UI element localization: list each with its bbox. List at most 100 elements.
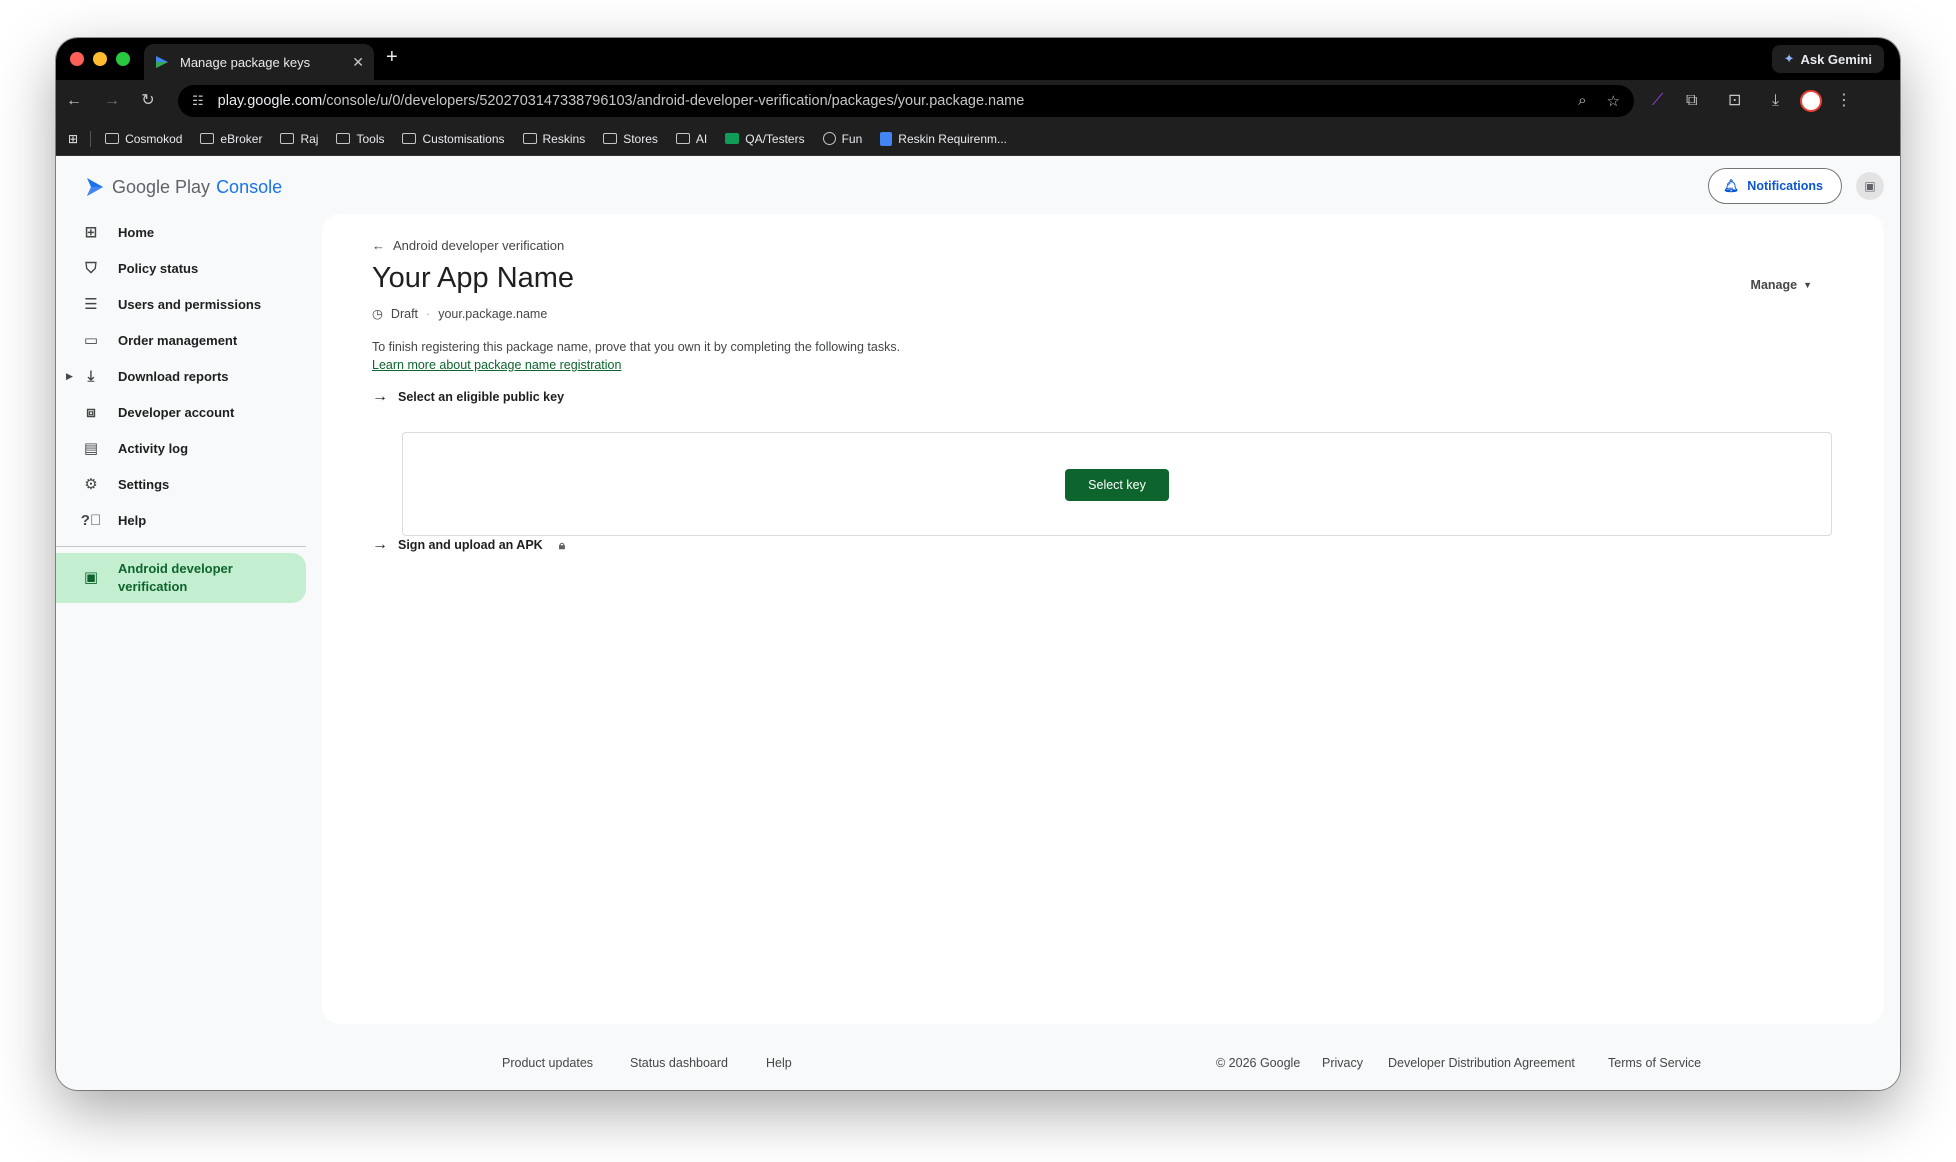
extension-feather-icon[interactable]: ⟋ — [1652, 91, 1663, 111]
bookmark-qa-testers[interactable]: QA/Testers — [725, 132, 805, 146]
forward-arrow-icon[interactable]: → — [102, 91, 122, 111]
folder-icon — [675, 133, 690, 144]
apps-grid-icon[interactable]: ⊞ — [68, 132, 78, 146]
bookmark-cosmokod[interactable]: Cosmokod — [105, 132, 182, 146]
ask-gemini-button[interactable]: ✦ Ask Gemini — [1771, 45, 1884, 73]
sidebar-item-developer-account[interactable]: ⧈ Developer account — [56, 394, 306, 430]
sidebar-item-label: Help — [118, 512, 147, 528]
logo-console: Console — [216, 176, 283, 197]
sidebar-divider — [56, 546, 306, 547]
footer-tos-link[interactable]: Terms of Service — [1608, 1056, 1701, 1070]
bookmark-label: Customisations — [422, 131, 505, 146]
page-title: Your App Name — [372, 262, 575, 294]
sidebar-item-label: Home — [118, 224, 155, 240]
intro-text: To finish registering this package name,… — [372, 340, 901, 354]
address-bar[interactable]: ☷ play.google.com/console/u/0/developers… — [178, 85, 1634, 117]
document-icon: ▤ — [83, 440, 99, 457]
sheets-icon — [725, 133, 740, 144]
downloads-icon[interactable]: ⤓ — [1772, 91, 1779, 111]
bookmark-label: Cosmokod — [125, 131, 183, 146]
bookmark-fun[interactable]: Fun — [822, 131, 863, 146]
download-icon: ⤓ — [87, 367, 95, 385]
sidebar-item-home[interactable]: ⊞ Home — [56, 214, 306, 250]
minimize-window-button[interactable] — [93, 52, 107, 66]
folder-icon — [402, 133, 417, 144]
docs-icon — [880, 131, 893, 146]
main-content: ← Android developer verification Your Ap… — [322, 214, 1884, 1024]
folder-icon — [105, 133, 120, 144]
notifications-button[interactable]: 🔔︎ Notifications — [1708, 168, 1842, 204]
tab-close-icon[interactable]: ✕ — [352, 54, 364, 71]
bookmark-reskin-requirements[interactable]: Reskin Requirenm... — [880, 131, 1007, 146]
globe-icon — [822, 132, 836, 145]
bookmark-star-icon[interactable]: ☆ — [1607, 92, 1620, 110]
bookmark-ai[interactable]: AI — [675, 132, 707, 146]
manage-dropdown[interactable]: Manage ▼ — [1751, 278, 1812, 292]
footer-privacy-link[interactable]: Privacy — [1322, 1056, 1363, 1070]
play-console-page: Google Play Console 🔔︎ Notifications ▣ ⊞… — [56, 156, 1900, 1090]
sidebar-item-download-reports[interactable]: ▶ ⤓ Download reports — [56, 358, 306, 394]
select-key-button[interactable]: Select key — [1065, 469, 1169, 501]
sidebar-item-users-and-permissions[interactable]: ☰ Users and permissions — [56, 286, 306, 322]
card-icon: ▭ — [83, 332, 99, 349]
sidebar-item-settings[interactable]: ⚙ Settings — [56, 466, 306, 502]
manage-label: Manage — [1750, 278, 1798, 292]
profile-avatar[interactable] — [1800, 90, 1822, 112]
zoom-icon[interactable]: ⌕ — [1578, 92, 1586, 110]
gemini-sparkle-icon: ✦ — [1783, 51, 1795, 66]
sidebar-item-order-management[interactable]: ▭ Order management — [56, 322, 306, 358]
tab-search-icon[interactable]: ⊡ — [1728, 91, 1741, 111]
footer-copyright: © 2026 Google — [1216, 1056, 1301, 1070]
task-sign-upload-apk[interactable]: → Sign and upload an APK 🔒︎ — [372, 536, 565, 554]
expand-caret-icon[interactable]: ▶ — [66, 371, 73, 382]
folder-icon — [200, 133, 215, 144]
sidebar-item-activity-log[interactable]: ▤ Activity log — [56, 430, 306, 466]
task-select-public-key[interactable]: → Select an eligible public key — [372, 388, 564, 406]
arrow-right-icon: → — [372, 536, 388, 553]
status-badge: Draft — [390, 306, 419, 321]
id-badge-icon: ⧈ — [86, 403, 96, 421]
extensions-puzzle-icon[interactable]: ⧉ — [1686, 91, 1697, 111]
back-arrow-icon[interactable]: ← — [64, 91, 84, 111]
shield-icon: ⛉ — [85, 259, 97, 277]
new-tab-button[interactable]: + — [386, 47, 398, 67]
back-link[interactable]: ← Android developer verification — [372, 238, 564, 253]
close-window-button[interactable] — [70, 52, 84, 66]
account-icon[interactable]: ▣ — [1856, 172, 1884, 200]
browser-tab-active[interactable]: Manage package keys ✕ — [144, 44, 374, 80]
tab-title: Manage package keys — [180, 54, 311, 70]
bookmark-customisations[interactable]: Customisations — [402, 131, 505, 146]
android-verification-icon: ▣ — [83, 569, 99, 586]
grid-icon: ⊞ — [84, 224, 98, 241]
footer-dda-link[interactable]: Developer Distribution Agreement — [1388, 1056, 1575, 1070]
back-arrow-icon: ← — [372, 238, 385, 253]
folder-icon — [603, 133, 618, 144]
reload-icon[interactable]: ↻ — [138, 91, 158, 111]
browser-menu-icon[interactable]: ⋮ — [1836, 91, 1852, 111]
play-console-logo[interactable]: Google Play Console — [84, 176, 282, 198]
site-settings-icon[interactable]: ☷ — [192, 93, 204, 109]
clock-icon: ◷ — [372, 307, 383, 321]
bookmark-ebroker[interactable]: eBroker — [200, 132, 262, 146]
footer-help-link[interactable]: Help — [766, 1056, 792, 1070]
bookmark-reskins[interactable]: Reskins — [522, 132, 585, 146]
gear-icon: ⚙ — [84, 476, 98, 493]
footer-product-updates-link[interactable]: Product updates — [502, 1056, 593, 1070]
play-console-favicon-icon — [156, 56, 168, 68]
maximize-window-button[interactable] — [116, 52, 130, 66]
browser-toolbar: ← → ↻ ☷ play.google.com/console/u/0/deve… — [56, 80, 1900, 122]
bookmark-label: Fun — [841, 131, 863, 146]
bookmark-stores[interactable]: Stores — [603, 132, 658, 146]
bookmark-raj[interactable]: Raj — [280, 132, 318, 146]
footer-status-dashboard-link[interactable]: Status dashboard — [630, 1056, 728, 1070]
bookmark-label: Tools — [356, 131, 385, 146]
task-label: Select an eligible public key — [398, 390, 565, 404]
sidebar-item-help[interactable]: ?⃝ Help — [56, 502, 306, 538]
sidebar-item-policy-status[interactable]: ⛉ Policy status — [56, 250, 306, 286]
lock-icon: 🔒︎ — [558, 537, 566, 552]
learn-more-link[interactable]: Learn more about package name registrati… — [372, 358, 621, 372]
bell-icon: 🔔︎ — [1723, 178, 1740, 193]
sidebar-item-label: Users and permissions — [118, 296, 262, 312]
bookmark-tools[interactable]: Tools — [336, 132, 384, 146]
sidebar-item-android-developer-verification[interactable]: ▣ Android developer verification — [56, 553, 306, 603]
